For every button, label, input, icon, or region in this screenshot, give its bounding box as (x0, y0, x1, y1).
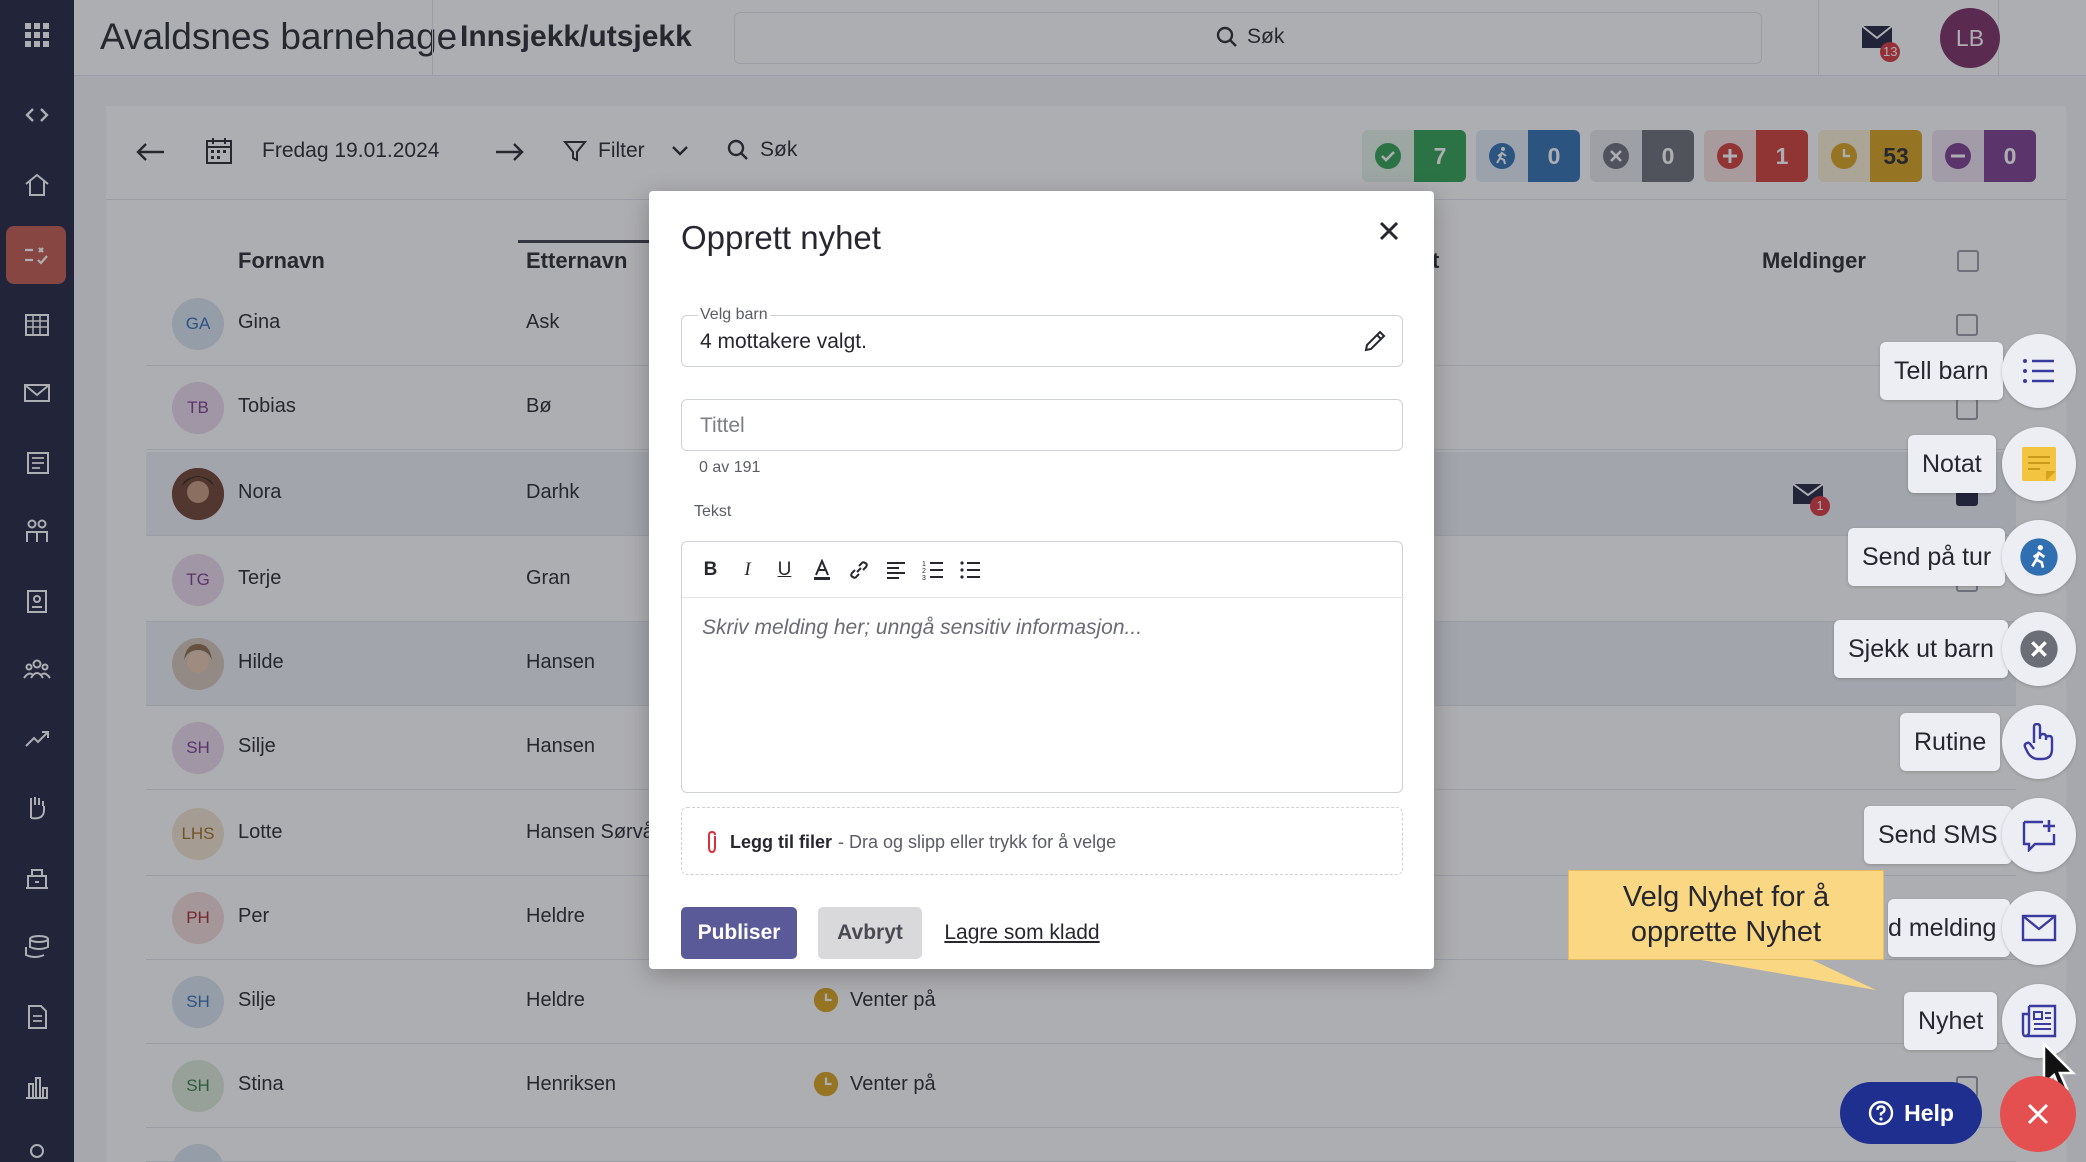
sms-icon (2022, 820, 2056, 852)
action-send-message[interactable] (2002, 891, 2076, 965)
editor-toolbar: B I U 123 (682, 542, 1404, 598)
close-icon (1379, 221, 1399, 241)
list-icon (2023, 359, 2054, 383)
hand-pointer-icon (2023, 723, 2054, 761)
char-counter: 0 av 191 (699, 459, 761, 476)
svg-text:3: 3 (922, 575, 926, 580)
rich-text-editor[interactable]: B I U 123 Skriv melding her; unngå sensi… (681, 541, 1404, 793)
action-count-children[interactable] (2002, 334, 2076, 408)
svg-text:2: 2 (922, 568, 926, 575)
attach-files-label: Legg til filer (730, 831, 833, 852)
editor-placeholder: Skriv melding her; unngå sensitiv inform… (702, 616, 1143, 639)
help-label: Help (1904, 1099, 1954, 1126)
recipients-value: 4 mottakere valgt. (700, 330, 867, 353)
action-check-out[interactable] (2002, 612, 2076, 686)
action-label-send-sms[interactable]: Send SMS (1864, 806, 2012, 864)
close-icon (2027, 1103, 2049, 1125)
pencil-icon[interactable] (1362, 328, 1388, 354)
question-circle-icon (1868, 1100, 1894, 1126)
action-send-on-trip[interactable] (2002, 520, 2076, 594)
cancel-button[interactable]: Avbryt (818, 907, 922, 959)
close-dialog-button[interactable] (1371, 213, 1407, 249)
action-routine[interactable] (2002, 705, 2076, 779)
action-send-sms[interactable] (2002, 798, 2076, 872)
callout-pointer (1690, 958, 1876, 990)
file-dropzone[interactable]: Legg til filer - Dra og slipp eller tryk… (681, 807, 1403, 875)
bold-icon[interactable]: B (698, 557, 723, 582)
attach-files-hint: - Dra og slipp eller trykk for å velge (838, 831, 1117, 852)
link-icon[interactable] (846, 557, 871, 582)
publish-button[interactable]: Publiser (681, 907, 797, 959)
action-label-count-children[interactable]: Tell barn (1880, 342, 2003, 400)
note-icon (2022, 447, 2056, 481)
text-color-icon[interactable] (809, 557, 834, 582)
action-label-news[interactable]: Nyhet (1904, 992, 1998, 1050)
title-input[interactable]: Tittel (681, 399, 1403, 451)
close-actions-fab[interactable] (2000, 1076, 2076, 1152)
recipients-field[interactable]: Velg barn 4 mottakere valgt. (681, 306, 1403, 367)
action-label-send-on-trip[interactable]: Send på tur (1848, 528, 2006, 586)
action-label-send-message[interactable]: d melding (1888, 899, 2011, 957)
walking-icon (2020, 538, 2058, 576)
tutorial-callout: Velg Nyhet for å opprette Nyhet (1568, 870, 1884, 960)
recipients-legend: Velg barn (698, 306, 770, 324)
newspaper-icon (2021, 1004, 2057, 1038)
italic-icon[interactable]: I (735, 557, 760, 582)
action-label-note[interactable]: Notat (1908, 435, 1996, 493)
ordered-list-icon[interactable]: 123 (920, 557, 945, 582)
dialog-title: Opprett nyhet (681, 219, 881, 256)
align-icon[interactable] (883, 557, 908, 582)
underline-icon[interactable]: U (772, 557, 797, 582)
svg-text:1: 1 (922, 561, 926, 568)
action-label-check-out[interactable]: Sjekk ut barn (1834, 620, 2008, 678)
text-label: Tekst (694, 503, 732, 520)
action-note[interactable] (2002, 427, 2076, 501)
action-label-routine[interactable]: Rutine (1900, 713, 2001, 771)
help-button[interactable]: Help (1840, 1082, 1982, 1144)
x-circle-icon (2020, 630, 2058, 668)
create-news-dialog: Opprett nyhet Velg barn 4 mottakere valg… (649, 191, 1434, 969)
save-draft-link[interactable]: Lagre som kladd (944, 907, 1100, 959)
paperclip-icon (708, 830, 716, 854)
bullet-list-icon[interactable] (957, 557, 982, 582)
title-placeholder: Tittel (700, 414, 745, 437)
envelope-icon (2021, 914, 2057, 942)
